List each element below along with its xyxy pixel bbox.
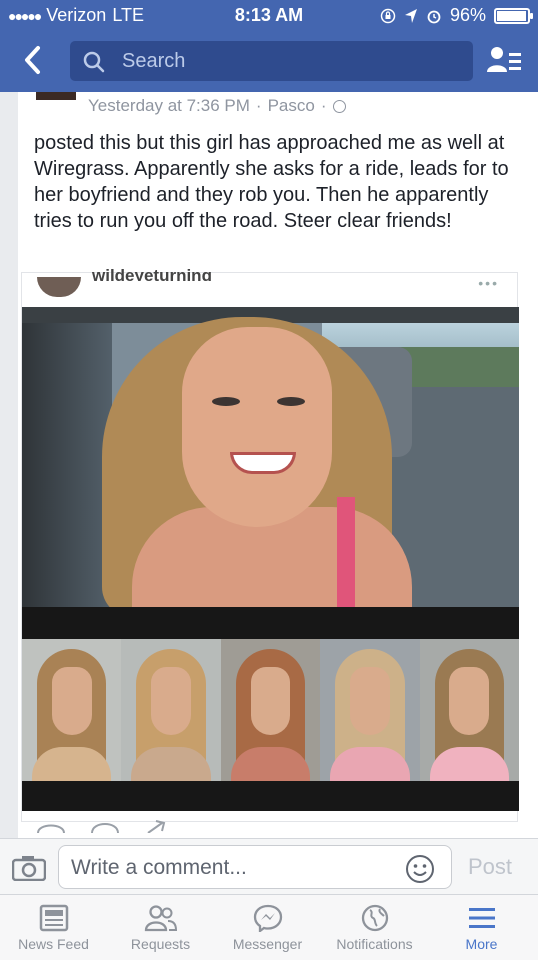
requests-icon (144, 905, 177, 932)
reaction-row (36, 819, 174, 833)
post-timestamp[interactable]: Yesterday at 7:36 PM (88, 96, 250, 116)
friend-requests-icon[interactable] (486, 44, 522, 78)
alarm-icon (427, 10, 441, 23)
menu-icon (468, 908, 495, 928)
battery-percent: 96% (449, 5, 486, 25)
shared-author-name[interactable]: wildeyeturning (92, 269, 212, 281)
comment-bar: Write a comment... Post (0, 838, 538, 894)
messenger-icon (253, 904, 282, 932)
public-globe-icon (332, 99, 346, 113)
mugshot-strip[interactable] (22, 639, 520, 781)
screen-lock-icon (380, 8, 396, 23)
comment-placeholder: Write a comment... (71, 856, 247, 879)
like-icon[interactable] (36, 819, 66, 833)
mugshot-photo (220, 639, 321, 781)
tab-messenger[interactable]: Messenger (214, 895, 321, 960)
car-selfie-photo[interactable] (22, 307, 519, 607)
tab-label: Requests (130, 936, 191, 952)
bottom-tab-bar: News Feed Requests Messenger Notificatio… (0, 894, 538, 960)
comment-input[interactable]: Write a comment... (58, 845, 452, 889)
news-feed-icon (39, 904, 68, 932)
shared-post[interactable]: wildeyeturning ••• (21, 269, 520, 822)
post-location[interactable]: Pasco (268, 96, 315, 116)
poster-avatar[interactable] (36, 92, 76, 100)
post-card: Yesterday at 7:36 PM · Pasco · posted th… (18, 92, 538, 838)
camera-icon[interactable] (12, 855, 46, 881)
tab-label: More (465, 936, 498, 952)
more-options-icon[interactable]: ••• (478, 275, 499, 291)
tab-label: Notifications (336, 936, 413, 952)
search-input[interactable]: Search (70, 41, 473, 81)
post-meta: Yesterday at 7:36 PM · Pasco · (88, 96, 346, 116)
post-text: posted this but this girl has approached… (34, 132, 509, 232)
search-placeholder: Search (122, 50, 186, 72)
mugshot-photo (121, 639, 221, 781)
comment-icon[interactable] (90, 819, 120, 833)
sticker-smiley-icon[interactable] (405, 854, 435, 884)
search-icon (83, 51, 105, 73)
tab-notifications[interactable]: Notifications (321, 895, 428, 960)
post-comment-button[interactable]: Post (468, 854, 512, 880)
share-icon[interactable] (144, 819, 174, 833)
meta-separator: · (320, 96, 327, 115)
tab-news-feed[interactable]: News Feed (0, 895, 107, 960)
photo-divider (22, 781, 519, 811)
shared-author-avatar[interactable] (37, 277, 81, 297)
location-arrow-icon (404, 8, 417, 23)
tab-more[interactable]: More (428, 895, 535, 960)
tab-label: Messenger (232, 936, 303, 952)
tab-requests[interactable]: Requests (107, 895, 214, 960)
tab-label: News Feed (18, 936, 89, 952)
battery-fill (497, 10, 526, 21)
photo-divider (22, 607, 519, 639)
top-navigation-bar: ●●●●● Verizon LTE 8:13 AM 96% Search (0, 0, 538, 92)
mugshot-photo (320, 639, 420, 781)
back-chevron-icon[interactable] (18, 42, 48, 78)
mugshot-photo (22, 639, 122, 781)
status-bar: ●●●●● Verizon LTE 8:13 AM 96% (0, 0, 538, 32)
notifications-globe-icon (361, 904, 388, 932)
meta-separator: · (255, 96, 262, 115)
mugshot-photo (419, 639, 520, 781)
battery-icon (494, 7, 533, 24)
